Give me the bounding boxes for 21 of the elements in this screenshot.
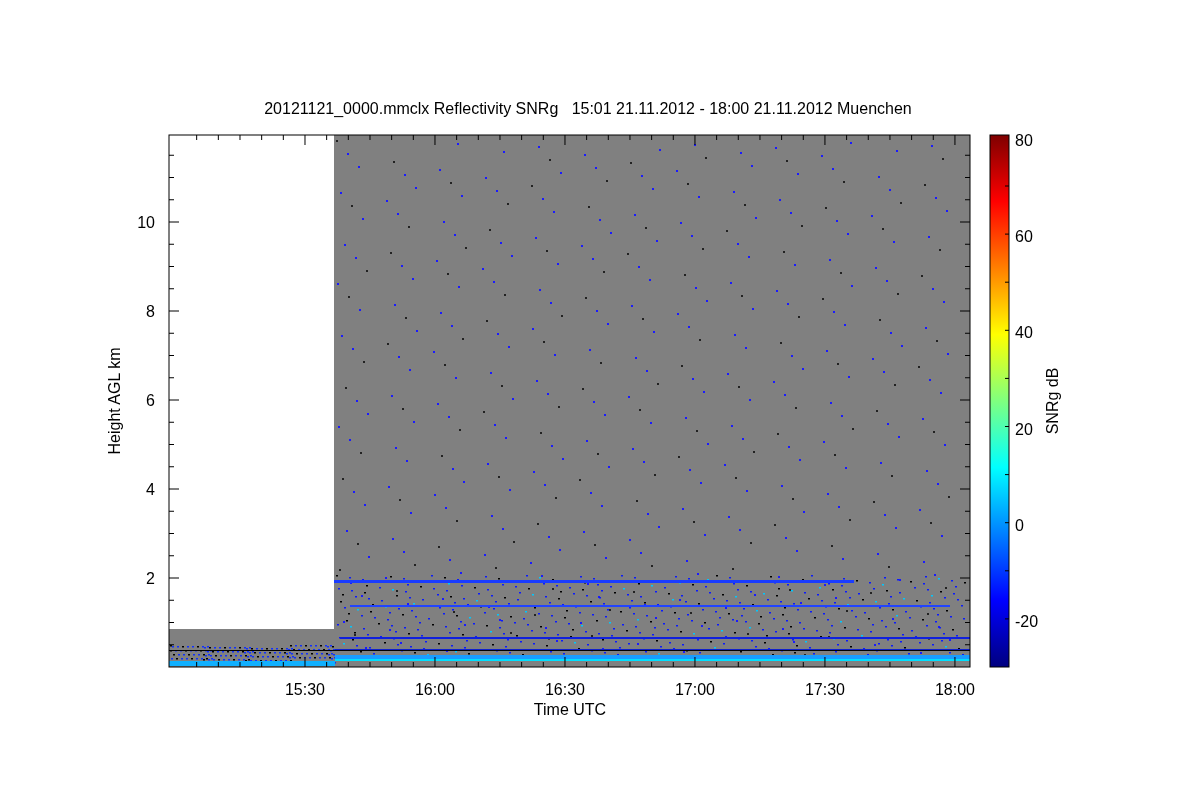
colorbar-tick-label: 80	[1015, 132, 1033, 149]
x-tick-label: 16:00	[415, 681, 455, 698]
colorbar-label: SNRg dB	[1044, 367, 1061, 435]
colorbar-tick-label: -20	[1015, 613, 1039, 630]
y-tick-label: 6	[146, 392, 155, 409]
y-axis-label: Height AGL km	[106, 347, 123, 455]
x-tick-label: 17:00	[675, 681, 715, 698]
colorbar-tick-label: 20	[1015, 420, 1033, 438]
x-tick-label: 18:00	[935, 681, 975, 698]
y-tick-label: 4	[146, 481, 155, 498]
x-tick-label: 15:30	[285, 681, 325, 698]
y-tick-label: 8	[146, 303, 155, 320]
x-tick-label: 16:30	[545, 681, 585, 698]
y-tick-label: 2	[146, 570, 155, 587]
colorbar-tick-label: 40	[1015, 324, 1033, 342]
colorbar-tick-label: 0	[1015, 516, 1024, 534]
x-tick-label: 17:30	[805, 681, 845, 698]
colorbar-tick-label: 60	[1015, 228, 1033, 246]
x-axis-label: Time UTC	[533, 701, 607, 718]
y-tick-label: 10	[137, 214, 155, 231]
chart-title: 20121121_0000.mmclx Reflectivity SNRg 15:01 21.11.2012 - 18:00 21.11.2012 Muenchen	[264, 100, 912, 117]
